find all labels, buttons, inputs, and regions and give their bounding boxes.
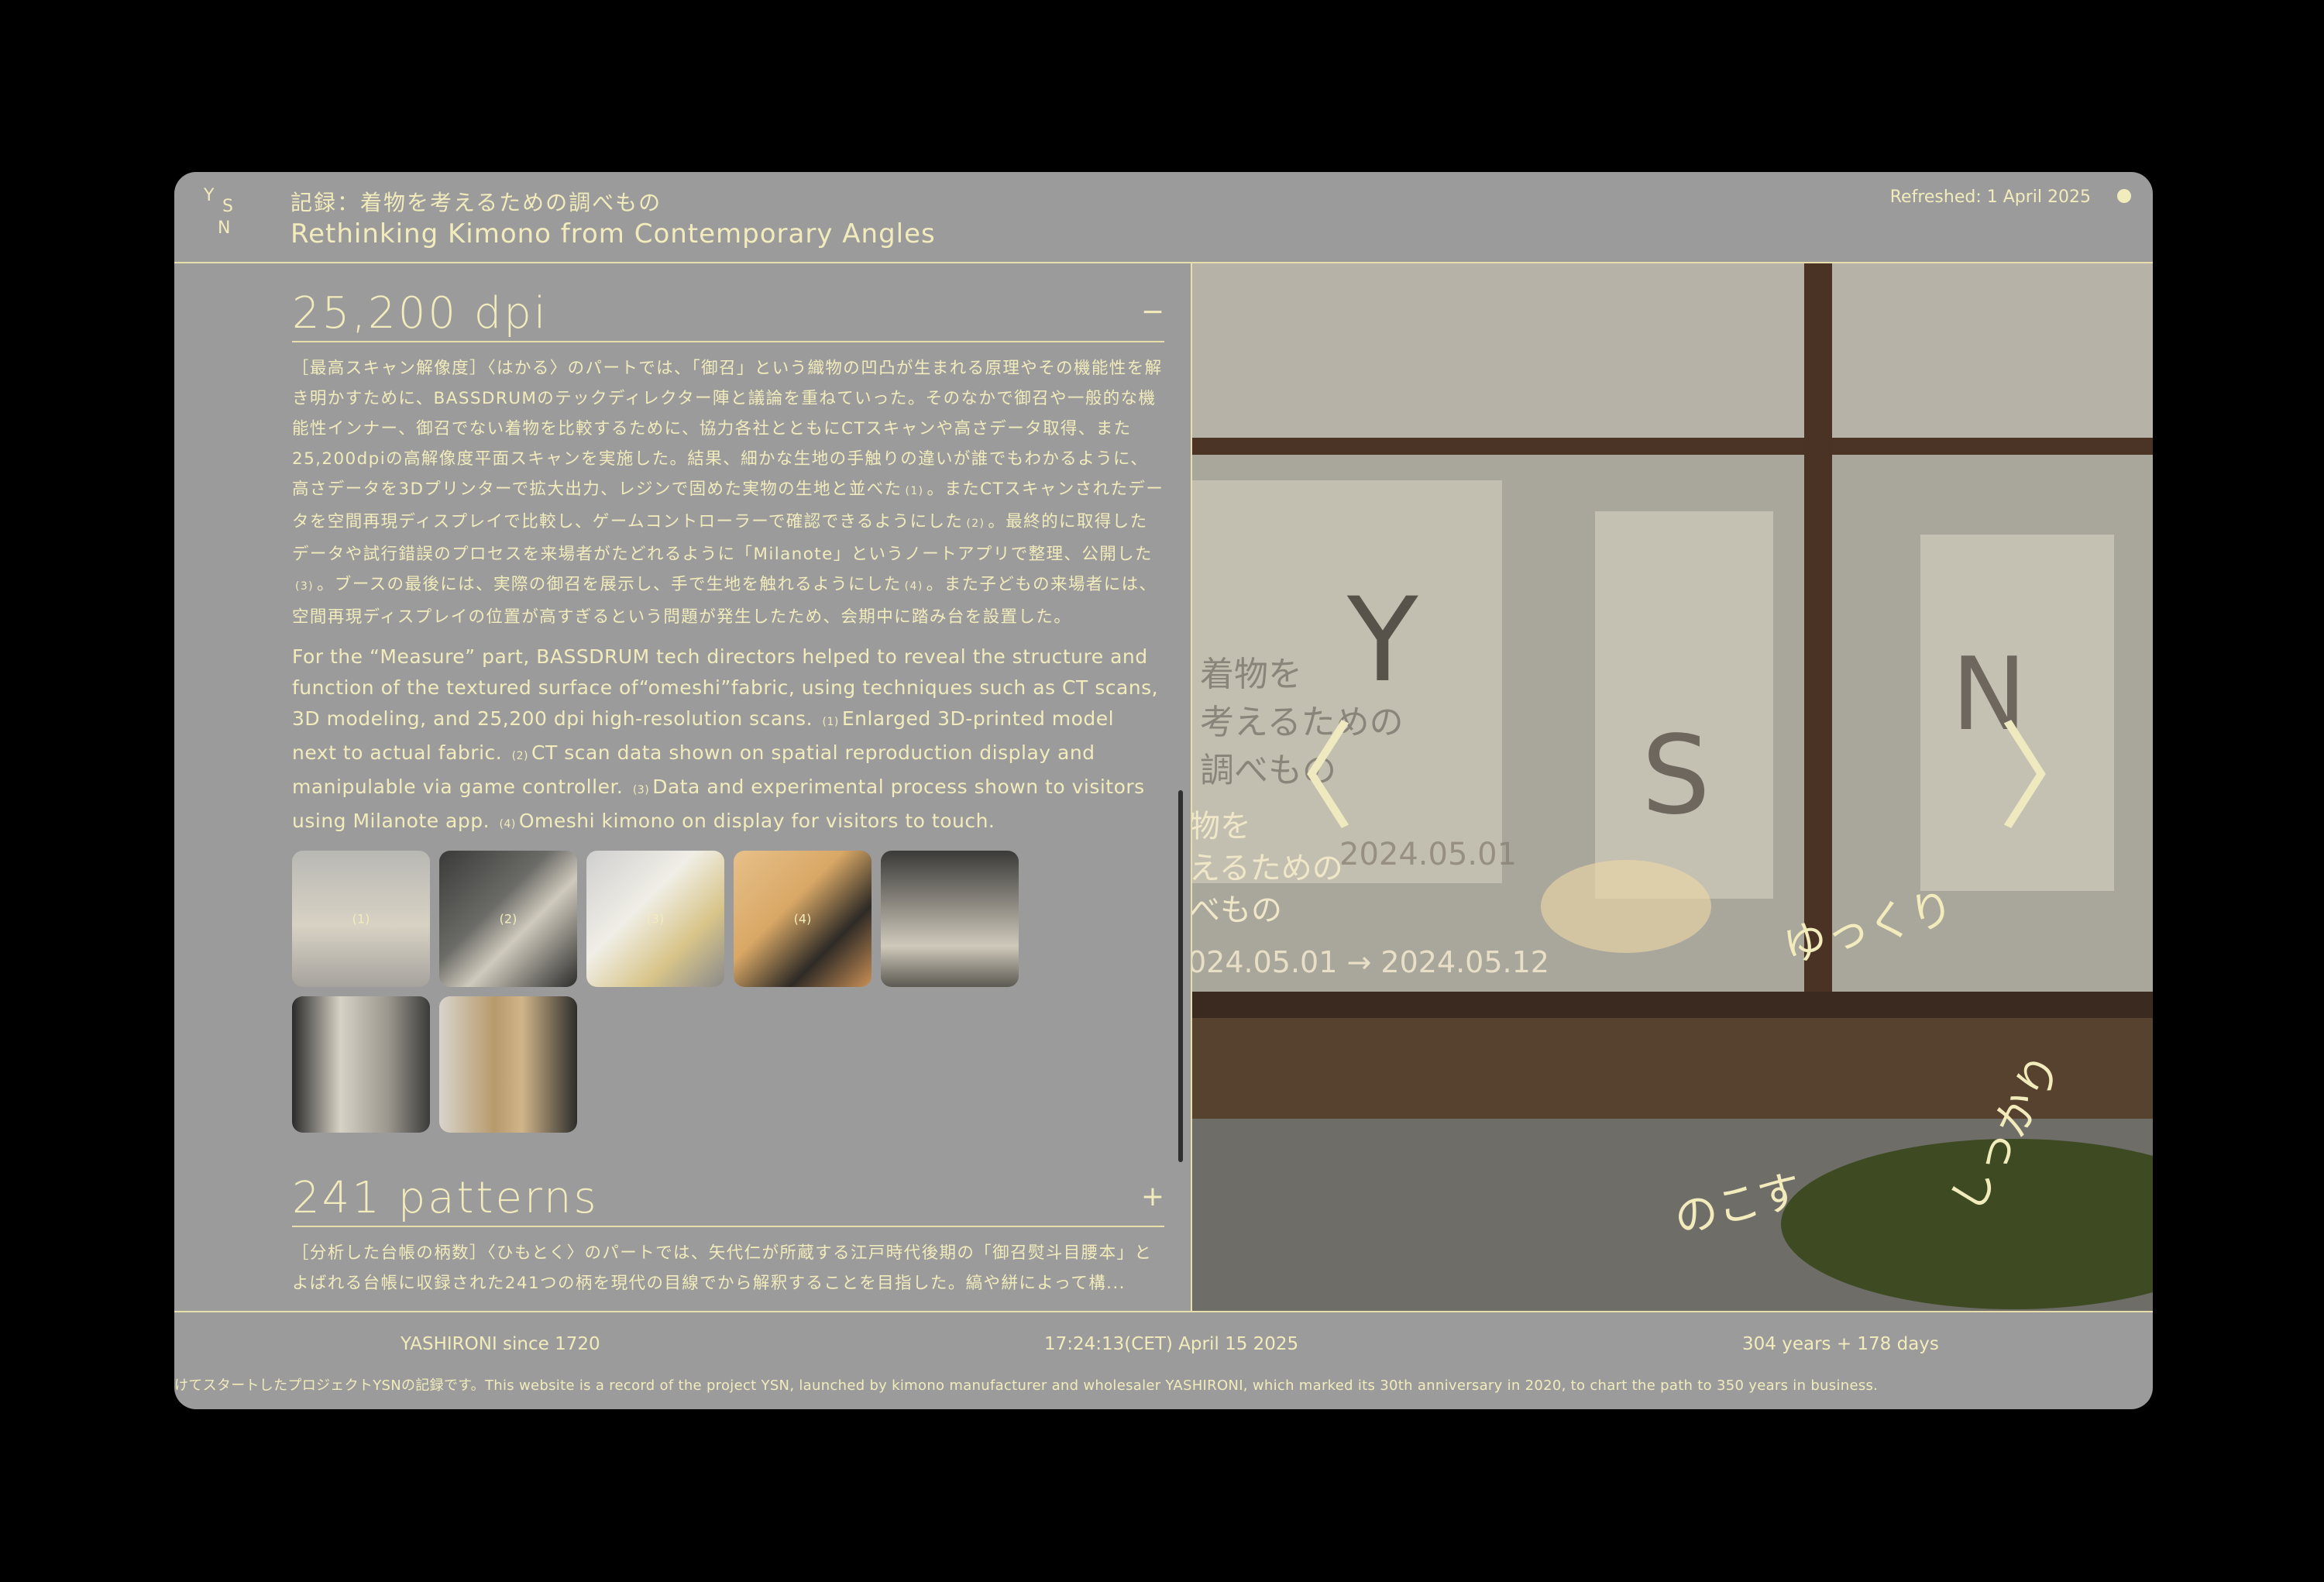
window-letter-s: S — [1642, 713, 1710, 839]
section-header[interactable]: 25,200 dpi − — [292, 279, 1164, 342]
section-25200-dpi: 25,200 dpi − ［最高スキャン解像度］〈はかる〉のパートでは、「御召」… — [292, 279, 1164, 1133]
page-title-en: Rethinking Kimono from Contemporary Angl… — [290, 218, 936, 249]
status-dot-icon — [2117, 189, 2131, 203]
slide-eave — [1192, 263, 2153, 442]
section-title: 25,200 dpi — [292, 288, 548, 339]
header: Y S N 記録：着物を考えるための調べもの Rethinking Kimono… — [174, 172, 2153, 263]
ref-marker: (1) — [822, 716, 839, 728]
ref-marker: (2) — [966, 518, 985, 530]
thumbnail-grid: (1) (2) (3) (4) — [292, 851, 1164, 1133]
logo-letter-y: Y — [204, 186, 215, 205]
thumbnail-image[interactable]: (1) — [292, 851, 430, 987]
section-body-ja: ［最高スキャン解像度］〈はかる〉のパートでは、「御召」という織物の凹凸が生まれる… — [292, 353, 1164, 632]
ref-marker: (1) — [905, 485, 924, 497]
slideshow: Y S N 着物を 考えるための 調べもの 2024.05.01 物を えるため… — [1192, 263, 2153, 1311]
logo-letter-s: S — [222, 197, 233, 216]
slide-lintel — [1192, 438, 2153, 455]
poster-dates: 024.05.01 → 2024.05.12 — [1192, 945, 1549, 979]
slide-sill — [1192, 992, 2153, 1018]
page-title-ja: 記録：着物を考えるための調べもの — [290, 190, 662, 215]
poster-line: べもの — [1192, 892, 1282, 928]
app-window: Y S N 記録：着物を考えるための調べもの Rethinking Kimono… — [174, 172, 2153, 1409]
thumbnail-image[interactable] — [881, 851, 1019, 987]
section-body-ja: ［分析した台帳の柄数］〈ひもとく〉のパートでは、矢代仁が所蔵する江戸時代後期の「… — [292, 1243, 1153, 1293]
marquee-ticker: けてスタートしたプロジェクトYSNの記録です。This website is a… — [174, 1377, 1879, 1394]
collapse-toggle-button[interactable]: − — [1141, 296, 1164, 328]
ref-marker: (3) — [632, 784, 650, 796]
section-241-patterns: 241 patterns + ［分析した台帳の柄数］〈ひもとく〉のパートでは、矢… — [292, 1164, 1164, 1298]
thumbnail-image[interactable] — [292, 996, 430, 1133]
body-ja-part-4: 。ブースの最後には、実際の御召を展示し、手で生地を触れるようにした — [317, 575, 902, 594]
section-header[interactable]: 241 patterns + — [292, 1164, 1164, 1227]
thumbnail-caption: (4) — [793, 911, 812, 927]
footer: YASHIRONI since 1720 17:24:13(CET) April… — [174, 1311, 2153, 1409]
section-body-en: For the “Measure” part, BASSDRUM tech di… — [292, 641, 1164, 840]
prev-slide-button[interactable]: 〈 — [1239, 720, 1355, 837]
company-since: YASHIRONI since 1720 — [401, 1334, 600, 1354]
ref-marker: (2) — [511, 750, 529, 762]
thumbnail-caption: (2) — [499, 911, 517, 927]
poster-line: 着物を — [1200, 655, 1302, 694]
expand-toggle-button[interactable]: + — [1141, 1181, 1164, 1212]
content-pane[interactable]: 25,200 dpi − ［最高スキャン解像度］〈はかる〉のパートでは、「御召」… — [174, 263, 1191, 1311]
thumbnail-image[interactable]: (4) — [734, 851, 871, 987]
ysn-logo[interactable]: Y S N — [202, 186, 256, 248]
next-slide-button[interactable]: 〉 — [1998, 720, 2114, 837]
ref-marker: (4) — [904, 580, 923, 593]
thumbnail-caption: (1) — [352, 911, 370, 927]
thumbnail-caption: (3) — [646, 911, 665, 927]
ref-marker: (4) — [499, 818, 516, 831]
poster-date-faint: 2024.05.01 — [1339, 837, 1518, 872]
thumbnail-image[interactable]: (2) — [439, 851, 577, 987]
section-title: 241 patterns — [292, 1173, 599, 1223]
poster-line: えるための — [1192, 851, 1343, 886]
slide-curtain-s — [1595, 511, 1773, 899]
live-clock: 17:24:13(CET) April 15 2025 — [1044, 1334, 1299, 1354]
thumbnail-image[interactable] — [439, 996, 577, 1133]
logo-letter-n: N — [218, 218, 231, 238]
scrollbar-thumb[interactable] — [1178, 790, 1183, 1162]
company-age: 304 years + 178 days — [1742, 1334, 1939, 1354]
ref-marker: (3) — [295, 580, 315, 593]
refreshed-date: Refreshed: 1 April 2025 — [1889, 187, 2091, 207]
thumbnail-image[interactable]: (3) — [586, 851, 724, 987]
body-en-part-5: Omeshi kimono on display for visitors to… — [518, 810, 995, 832]
slide-light-glow — [1541, 860, 1711, 953]
body-ja-part-1: ［最高スキャン解像度］〈はかる〉のパートでは、「御召」という織物の凹凸が生まれる… — [292, 359, 1163, 499]
